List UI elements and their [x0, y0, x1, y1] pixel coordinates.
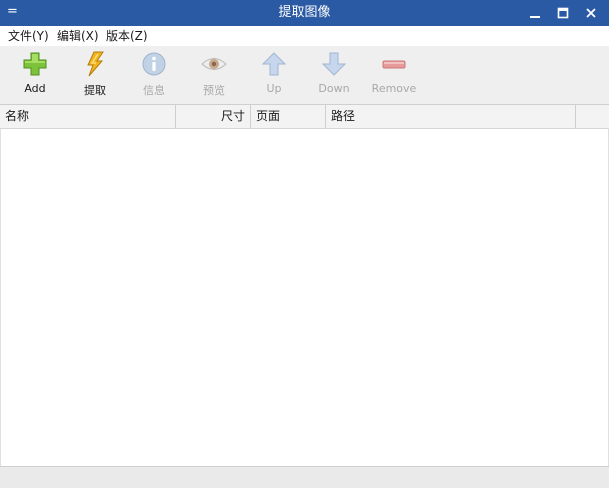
add-button[interactable]: Add: [7, 50, 63, 102]
minus-icon: [382, 60, 406, 69]
minimize-icon: [530, 16, 540, 18]
toolbar: Add 提取 信息 预览 Up Down Remove: [0, 46, 609, 105]
column-page[interactable]: 页面: [251, 105, 326, 128]
menu-edit[interactable]: 编辑(X): [57, 26, 99, 46]
up-button[interactable]: Up: [246, 50, 302, 102]
window-title: 提取图像: [278, 5, 331, 20]
down-button[interactable]: Down: [306, 50, 362, 102]
info-icon: [142, 52, 166, 76]
lightning-icon: [87, 51, 104, 77]
column-filler: [576, 105, 609, 128]
arrow-down-icon: [321, 52, 347, 76]
info-button[interactable]: 信息: [126, 50, 182, 102]
column-path[interactable]: 路径: [326, 105, 576, 128]
column-name[interactable]: 名称: [0, 105, 176, 128]
extract-label: 提取: [84, 84, 106, 97]
maximize-icon: [557, 7, 569, 19]
close-button[interactable]: [577, 0, 605, 26]
title-bar: = 提取图像: [0, 0, 609, 26]
image-list[interactable]: [0, 129, 609, 466]
add-label: Add: [24, 82, 46, 95]
status-bar: [0, 466, 609, 488]
down-label: Down: [318, 82, 350, 95]
remove-button[interactable]: Remove: [366, 50, 422, 102]
maximize-button[interactable]: [549, 0, 577, 26]
menu-bar: 文件(Y) 编辑(X) 版本(Z): [0, 26, 609, 46]
preview-button[interactable]: 预览: [186, 50, 242, 102]
column-size[interactable]: 尺寸: [176, 105, 251, 128]
extract-button[interactable]: 提取: [67, 50, 123, 102]
up-label: Up: [266, 82, 282, 95]
minimize-button[interactable]: [521, 0, 549, 26]
menu-version[interactable]: 版本(Z): [106, 26, 148, 46]
remove-label: Remove: [371, 82, 417, 95]
list-header: 名称 尺寸 页面 路径: [0, 105, 609, 129]
close-icon: [586, 8, 596, 18]
menu-file[interactable]: 文件(Y): [8, 26, 49, 46]
eye-icon: [201, 58, 227, 70]
plus-icon: [23, 52, 47, 76]
arrow-up-icon: [261, 52, 287, 76]
preview-label: 预览: [203, 84, 225, 97]
info-label: 信息: [143, 84, 165, 97]
